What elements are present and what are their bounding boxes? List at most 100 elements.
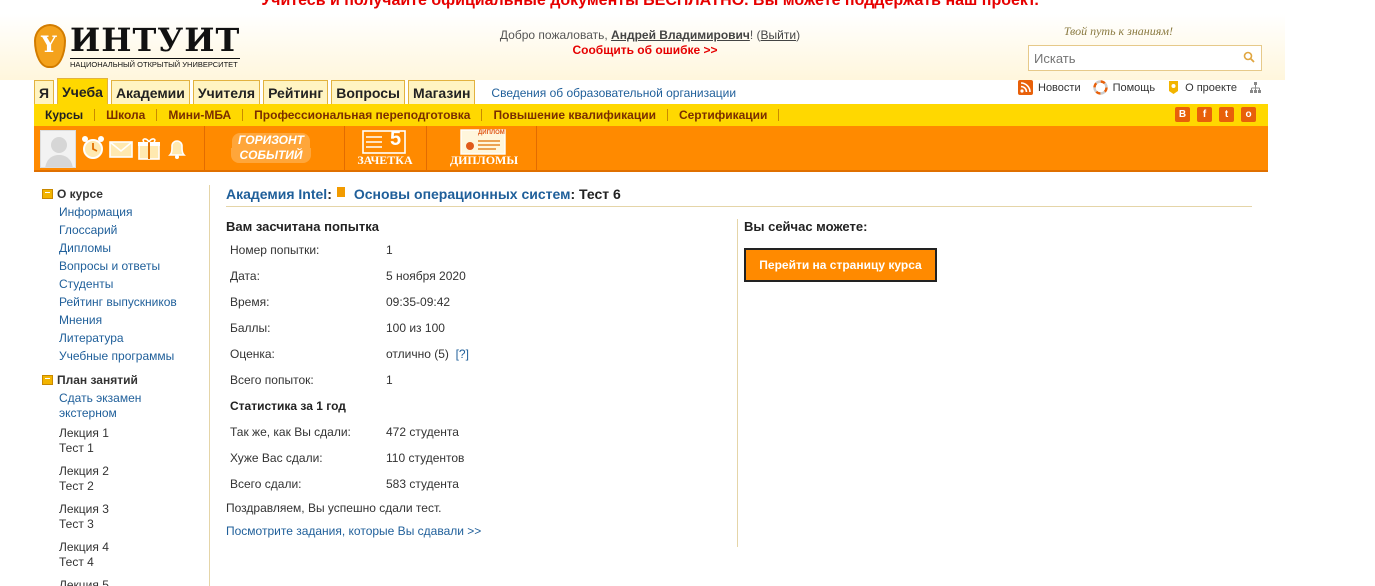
lecture-entry: Лекция 5 [59,578,209,586]
lecture-entry: Лекция 2 Тест 2 [59,464,209,494]
subnav-certifications[interactable]: Сертификации [679,109,780,121]
logout-link[interactable]: Выйти [761,28,797,42]
breadcrumb-academy[interactable]: Академия Intel [226,186,327,202]
course-sidebar: О курсе Информация Глоссарий Дипломы Воп… [42,185,210,586]
diplomas-button[interactable]: ДИПЛОМ ДИПЛОМЫ [434,126,534,170]
sidebar-item-graduates-rating[interactable]: Рейтинг выпускников [59,293,209,311]
promo-banner: Учитесь и получайте официальные документ… [261,0,1039,9]
test-item: Тест 4 [59,555,94,569]
tab-academies[interactable]: Академии [110,80,190,104]
stats-heading: Статистика за 1 год [230,399,346,413]
actions-panel: Вы сейчас можете: Перейти на страницу ку… [744,219,937,282]
lifebuoy-icon [1092,80,1108,95]
sidebar-item-programs[interactable]: Учебные программы [59,347,209,365]
bell-icon[interactable] [164,134,190,162]
vk-icon[interactable]: В [1175,107,1190,122]
site-header: Y ИНТУИТ НАЦИОНАЛЬНЫЙ ОТКРЫТЫЙ УНИВЕРСИТ… [0,14,1285,80]
book-icon [42,189,53,199]
user-profile-link[interactable]: Андрей Владимирович [611,28,750,42]
tab-teachers[interactable]: Учителя [192,80,261,104]
test-item: Тест 3 [59,517,94,531]
table-row: Всего попыток: 1 [230,373,393,387]
subnav-courses[interactable]: Курсы [45,109,96,121]
test-item: Тест 2 [59,479,94,493]
table-row: Хуже Вас сдали: 110 студентов [230,451,465,465]
view-submitted-tasks-link[interactable]: Посмотрите задания, которые Вы сдавали >… [226,524,737,538]
subnav-school[interactable]: Школа [106,109,158,121]
main-tabs: Я Учеба Академии Учителя Рейтинг Вопросы… [34,78,736,104]
table-row: Дата: 5 ноября 2020 [230,269,466,283]
news-link[interactable]: Новости [1018,80,1081,95]
attempt-result-panel: Вам засчитана попытка Номер попытки: 1 Да… [226,219,738,547]
facebook-icon[interactable]: f [1197,107,1212,122]
result-table: Номер попытки: 1 Дата: 5 ноября 2020 Время… [230,237,737,497]
search-input[interactable] [1029,46,1234,70]
result-heading: Вам засчитана попытка [226,219,379,234]
breadcrumb: Академия Intel : Основы операционных сис… [226,185,1252,207]
table-row: Оценка: отлично (5) [?] [230,347,469,361]
personal-toolbar: ГОРИЗОНТ СОБЫТИЙ 5 ЗАЧЕТКА ДИПЛОМ ДИПЛОМ… [34,126,1268,172]
tagline: Твой путь к знаниям! [1063,24,1173,38]
lecture-entry: Лекция 4 Тест 4 [59,540,209,570]
sidebar-item-literature[interactable]: Литература [59,329,209,347]
grade-help-link[interactable]: [?] [456,347,469,361]
social-links: В f t о [1168,107,1256,122]
sidebar-item-external-exam-cont[interactable]: экстерном [59,406,209,421]
about-link[interactable]: О проекте [1167,80,1237,95]
sidebar-item-external-exam[interactable]: Сдать экзамен [59,391,209,406]
subnav-retraining[interactable]: Профессиональная переподготовка [254,109,483,121]
logo-subtitle: НАЦИОНАЛЬНЫЙ ОТКРЫТЫЙ УНИВЕРСИТЕТ [70,58,241,69]
lecture-item: Лекция 1 [59,426,109,440]
sidebar-item-students[interactable]: Студенты [59,275,209,293]
help-link[interactable]: Помощь [1092,80,1155,95]
go-to-course-button[interactable]: Перейти на страницу курса [744,248,937,282]
org-info-link[interactable]: Сведения об образовательной организации [491,82,736,104]
sidebar-item-opinions[interactable]: Мнения [59,311,209,329]
test-item: Тест 1 [59,441,94,455]
sub-navigation: Курсы Школа Мини-МБА Профессиональная пе… [34,104,1268,126]
envelope-icon[interactable] [108,134,134,162]
tab-rating[interactable]: Рейтинг [263,80,329,104]
gradebook-button[interactable]: 5 ЗАЧЕТКА [352,126,418,170]
search-icon[interactable] [1243,51,1255,63]
sidebar-about-heading: О курсе [42,185,209,203]
subnav-mini-mba[interactable]: Мини-МБА [168,109,244,121]
lecture-item: Лекция 4 [59,540,109,554]
lecture-entry: Лекция 1 Тест 1 [59,426,209,456]
events-horizon-button[interactable]: ГОРИЗОНТ СОБЫТИЙ [218,126,324,170]
table-row: Номер попытки: 1 [230,243,393,257]
utility-links: Новости Помощь О проекте [1018,80,1279,95]
lecture-item: Лекция 2 [59,464,109,478]
avatar[interactable] [40,130,76,168]
table-row: Баллы: 100 из 100 [230,321,445,335]
sidebar-item-diplomas[interactable]: Дипломы [59,239,209,257]
rss-icon [1018,80,1033,95]
lecture-item: Лекция 3 [59,502,109,516]
breadcrumb-course[interactable]: Основы операционных систем [354,186,571,202]
congrats-message: Поздравляем, Вы успешно сдали тест. [226,501,442,515]
odnoklassniki-icon[interactable]: о [1241,107,1256,122]
sidebar-item-info[interactable]: Информация [59,203,209,221]
sidebar-plan-heading: План занятий [42,371,209,389]
main-content: Академия Intel : Основы операционных сис… [226,185,1252,547]
tab-shop[interactable]: Магазин [407,80,476,104]
alarm-clock-icon[interactable] [80,134,106,162]
sidebar-item-glossary[interactable]: Глоссарий [59,221,209,239]
search-box [1028,45,1262,71]
about-icon [1169,81,1179,94]
twitter-icon[interactable]: t [1219,107,1234,122]
book-icon [42,375,53,385]
tab-questions[interactable]: Вопросы [331,80,405,104]
tab-me[interactable]: Я [34,80,55,104]
table-row: Так же, как Вы сдали: 472 студента [230,425,459,439]
page-title: : Тест 6 [570,185,621,202]
sitemap-link[interactable] [1249,80,1267,95]
gift-icon[interactable] [136,134,162,162]
sitemap-icon [1249,82,1261,93]
subnav-qualification[interactable]: Повышение квалификации [493,109,668,121]
lecture-entry: Лекция 3 Тест 3 [59,502,209,532]
tab-study[interactable]: Учеба [57,78,108,104]
sidebar-item-faq[interactable]: Вопросы и ответы [59,257,209,275]
table-row: Время: 09:35-09:42 [230,295,451,309]
lecture-item: Лекция 5 [59,578,109,586]
